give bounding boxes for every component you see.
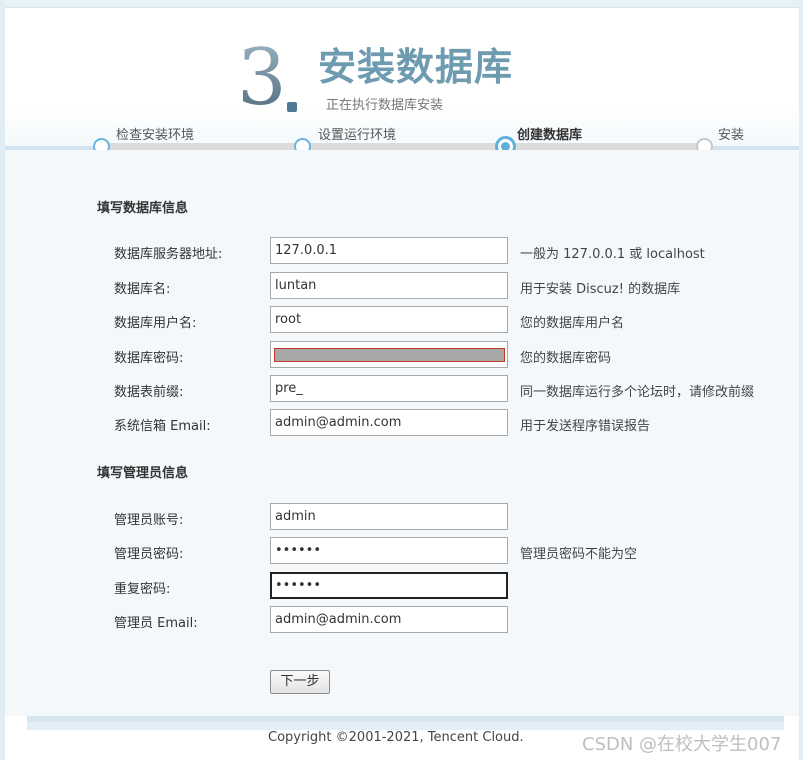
admin-section-title: 填写管理员信息 [97, 466, 189, 481]
system-email-label: 系统信箱 Email: [114, 419, 211, 434]
admin-account-input[interactable]: admin [270, 503, 508, 530]
step-number-dot [287, 102, 297, 112]
admin-email-label: 管理员 Email: [114, 616, 198, 631]
db-section-title: 填写数据库信息 [97, 201, 189, 216]
repeat-password-label: 重复密码: [114, 582, 171, 597]
footer-bar-highlight [27, 716, 784, 722]
table-prefix-hint: 同一数据库运行多个论坛时，请修改前缀 [520, 385, 755, 400]
step-label-runtime-env: 设置运行环境 [318, 128, 397, 143]
db-password-label: 数据库密码: [114, 351, 184, 366]
repeat-password-input[interactable]: •••••• [270, 572, 508, 599]
redacted-mask [274, 348, 505, 362]
admin-password-hint: 管理员密码不能为空 [520, 547, 638, 562]
db-host-input[interactable]: 127.0.0.1 [270, 237, 508, 264]
db-host-hint: 一般为 127.0.0.1 或 localhost [520, 247, 705, 262]
admin-password-label: 管理员密码: [114, 547, 184, 562]
db-user-input[interactable]: root [270, 306, 508, 333]
page-title: 安装数据库 [318, 45, 514, 89]
system-email-hint: 用于发送程序错误报告 [520, 419, 651, 434]
db-name-label: 数据库名: [114, 282, 171, 297]
next-step-button[interactable]: 下一步 [270, 670, 330, 694]
db-user-hint: 您的数据库用户名 [520, 316, 625, 331]
step-label-create-db: 创建数据库 [517, 128, 583, 143]
system-email-input[interactable]: admin@admin.com [270, 409, 508, 436]
db-user-label: 数据库用户名: [114, 316, 197, 331]
step-number: 3 [237, 33, 287, 123]
admin-password-input[interactable]: •••••• [270, 537, 508, 564]
admin-email-input[interactable]: admin@admin.com [270, 606, 508, 633]
db-password-hint: 您的数据库密码 [520, 351, 612, 366]
right-border [799, 0, 803, 760]
table-prefix-input[interactable]: pre_ [270, 375, 508, 402]
install-page: 3 安装数据库 正在执行数据库安装 检查安装环境 设置运行环境 创建数据库 安装… [0, 0, 803, 760]
step-label-check-env: 检查安装环境 [116, 128, 195, 143]
watermark-text: CSDN @在校大学生007 [582, 734, 782, 755]
db-password-input[interactable] [270, 341, 508, 368]
admin-account-label: 管理员账号: [114, 513, 184, 528]
table-prefix-label: 数据表前缀: [114, 385, 184, 400]
copyright-text: Copyright ©2001-2021, Tencent Cloud. [268, 730, 524, 745]
db-name-hint: 用于安装 Discuz! 的数据库 [520, 282, 681, 297]
top-strip [0, 0, 803, 8]
step-label-install: 安装 [718, 128, 745, 143]
db-name-input[interactable]: luntan [270, 272, 508, 299]
db-host-label: 数据库服务器地址: [114, 247, 223, 262]
page-subtitle: 正在执行数据库安装 [326, 98, 444, 113]
